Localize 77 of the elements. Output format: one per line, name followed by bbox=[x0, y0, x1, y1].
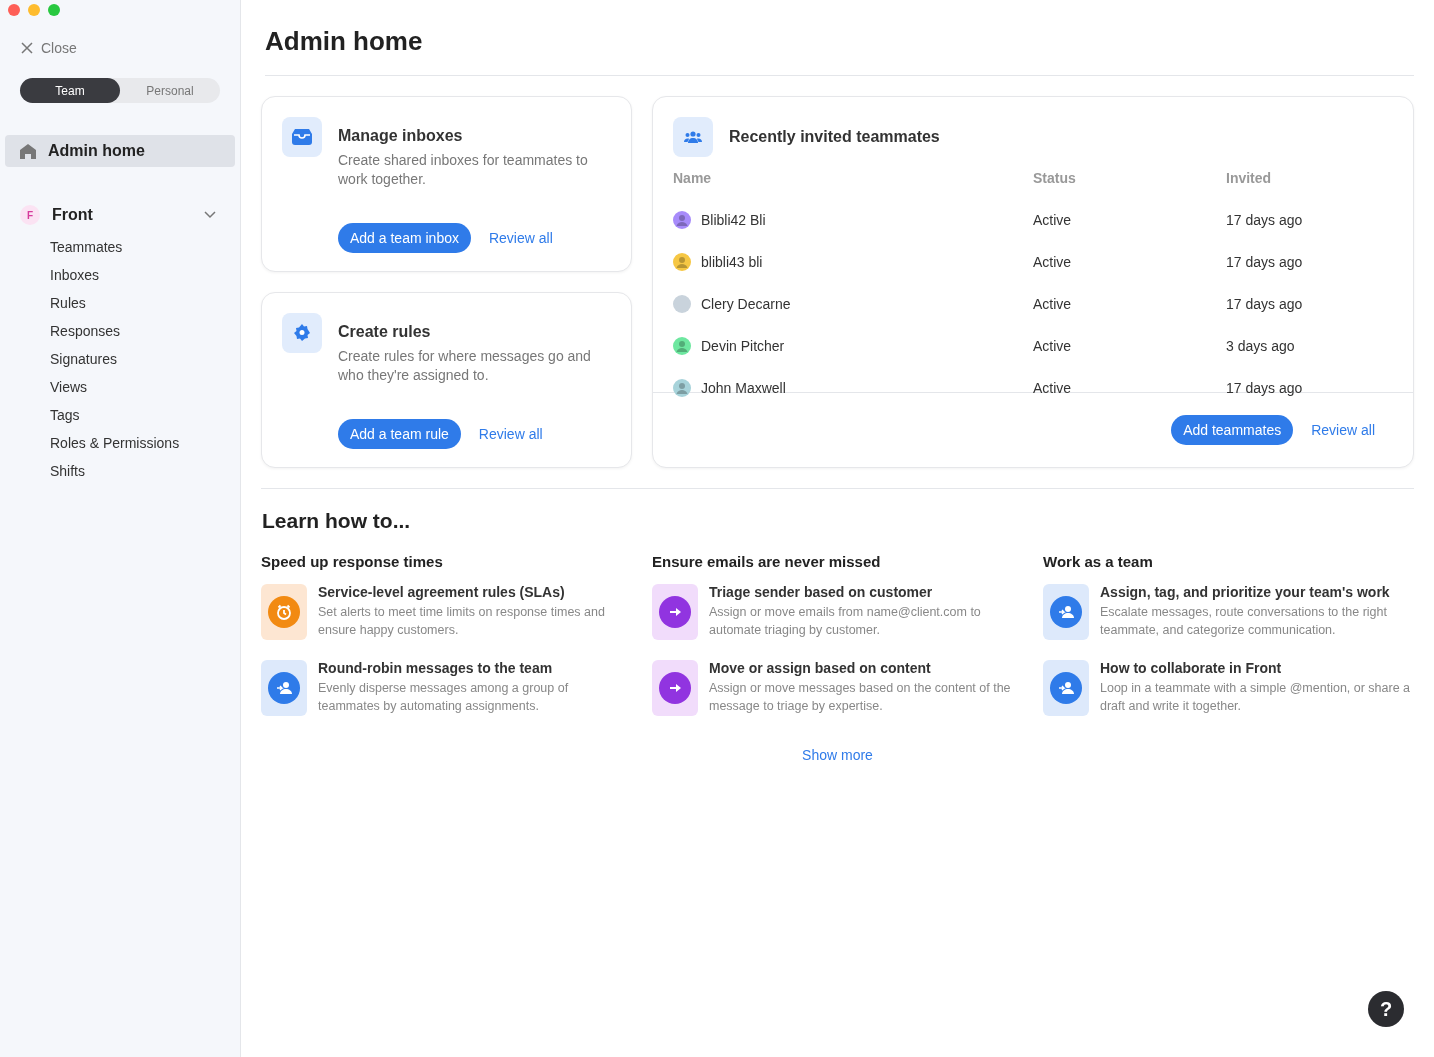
tutorial-title[interactable]: Move or assign based on content bbox=[709, 660, 1023, 676]
tutorial-title[interactable]: How to collaborate in Front bbox=[1100, 660, 1414, 676]
sidebar-item[interactable]: Admin home bbox=[5, 135, 235, 167]
teammate-name: Devin Pitcher bbox=[701, 338, 785, 354]
invited-cell-text: 17 days ago bbox=[1226, 253, 1304, 272]
invited-cell-text: 17 days ago bbox=[1226, 295, 1304, 314]
review-link[interactable]: Review all bbox=[1311, 422, 1375, 438]
column-header: Invited bbox=[1226, 169, 1273, 188]
close-icon bbox=[21, 42, 33, 54]
sidebar-subitem[interactable]: Roles & Permissions bbox=[5, 429, 180, 457]
invited-cell-text: 17 days ago bbox=[1226, 211, 1304, 230]
workspace-title: Front bbox=[52, 206, 94, 224]
primary-button[interactable]: Add a team rule bbox=[338, 419, 461, 449]
invited-cell-text: 17 days ago bbox=[1226, 379, 1304, 398]
tutorial-title[interactable]: Round-robin messages to the team bbox=[318, 660, 632, 676]
status-cell-text: Active bbox=[1033, 211, 1073, 230]
gear-icon bbox=[293, 324, 311, 342]
column-heading: Speed up response times bbox=[261, 553, 444, 570]
card-title: Manage inboxes bbox=[338, 127, 464, 145]
status-cell-text: Active bbox=[1033, 337, 1073, 356]
tutorial-description: Assign or move messages based on the content of the message to triage by expertise. bbox=[709, 680, 1012, 715]
review-link[interactable]: Review all bbox=[488, 230, 553, 246]
status-cell-text: Active bbox=[1033, 295, 1073, 314]
tutorial-description: Loop in a teammate with a simple @mention, or share a draft and write it together. bbox=[1100, 680, 1412, 715]
sidebar-subitem[interactable]: Views bbox=[5, 373, 88, 401]
sidebar-subitem[interactable]: Teammates bbox=[5, 233, 123, 261]
alarm-clock-icon bbox=[268, 596, 300, 628]
tutorial-title[interactable]: Service-level agreement rules (SLAs) bbox=[318, 584, 632, 600]
workspace-group-header[interactable]: F Front bbox=[5, 203, 235, 227]
status-cell-text: Active bbox=[1033, 379, 1073, 398]
teammate-name: Clery Decarne bbox=[701, 296, 791, 312]
minimize-window-button[interactable] bbox=[28, 4, 40, 16]
section-title: Learn how to... bbox=[262, 509, 412, 533]
review-link[interactable]: Review all bbox=[478, 426, 543, 442]
show-more-link[interactable]: Show more bbox=[796, 746, 879, 764]
person-assign-icon bbox=[1050, 596, 1082, 628]
tutorial-description: Set alerts to meet time limits on response times and ensure happy customers. bbox=[318, 604, 606, 639]
maximize-window-button[interactable] bbox=[48, 4, 60, 16]
sidebar-subitem[interactable]: Responses bbox=[5, 317, 121, 345]
column-heading: Ensure emails are never missed bbox=[652, 553, 882, 570]
tutorial-title[interactable]: Assign, tag, and prioritize your team's work bbox=[1100, 584, 1414, 600]
card-description: Create rules for where messages go and who they're assigned to. bbox=[338, 347, 592, 385]
people-icon bbox=[684, 131, 702, 143]
inbox-icon bbox=[292, 129, 312, 145]
card-title: Create rules bbox=[338, 323, 432, 341]
invited-cell-text: 3 days ago bbox=[1226, 337, 1296, 356]
close-button[interactable]: Close bbox=[17, 36, 81, 60]
workspace-badge: F bbox=[20, 205, 40, 225]
column-header: Name bbox=[673, 169, 713, 188]
mode-tab[interactable]: Team bbox=[20, 78, 120, 103]
chevron-icon bbox=[204, 211, 216, 219]
tutorial-description: Escalate messages, route conversations to the right teammate, and categorize communication. bbox=[1100, 604, 1388, 639]
tutorial-title[interactable]: Triage sender based on customer bbox=[709, 584, 1023, 600]
teammate-name: Blibli42 Bli bbox=[701, 212, 766, 228]
card-title: Recently invited teammates bbox=[729, 128, 940, 146]
page-title: Admin home bbox=[265, 26, 1414, 76]
person-assign-icon bbox=[1050, 672, 1082, 704]
tutorial-description: Evenly disperse messages among a group of teammates by automating assignments. bbox=[318, 680, 570, 715]
sidebar-subitem[interactable]: Shifts bbox=[5, 457, 85, 485]
tutorial-description: Assign or move emails from name@client.com to automate triaging by customer. bbox=[709, 604, 982, 639]
sidebar-subitem[interactable]: Tags bbox=[5, 401, 80, 429]
close-window-button[interactable] bbox=[8, 4, 20, 16]
teammate-name: blibli43 bli bbox=[701, 254, 763, 270]
help-button[interactable]: ? bbox=[1368, 991, 1404, 1027]
sidebar-subitem[interactable]: Rules bbox=[5, 289, 86, 317]
column-heading: Work as a team bbox=[1043, 553, 1154, 570]
sidebar-subitem[interactable]: Signatures bbox=[5, 345, 117, 373]
sidebar-subitem[interactable]: Inboxes bbox=[5, 261, 100, 289]
mode-tab[interactable]: Personal bbox=[120, 78, 220, 103]
home-icon bbox=[20, 143, 36, 159]
column-header: Status bbox=[1033, 169, 1077, 188]
status-cell-text: Active bbox=[1033, 253, 1073, 272]
person-assign-icon bbox=[268, 672, 300, 704]
card-description: Create shared inboxes for teammates to work together. bbox=[338, 151, 589, 189]
primary-button[interactable]: Add a team inbox bbox=[338, 223, 471, 253]
primary-button[interactable]: Add teammates bbox=[1171, 415, 1294, 445]
teammate-name: John Maxwell bbox=[701, 380, 786, 396]
